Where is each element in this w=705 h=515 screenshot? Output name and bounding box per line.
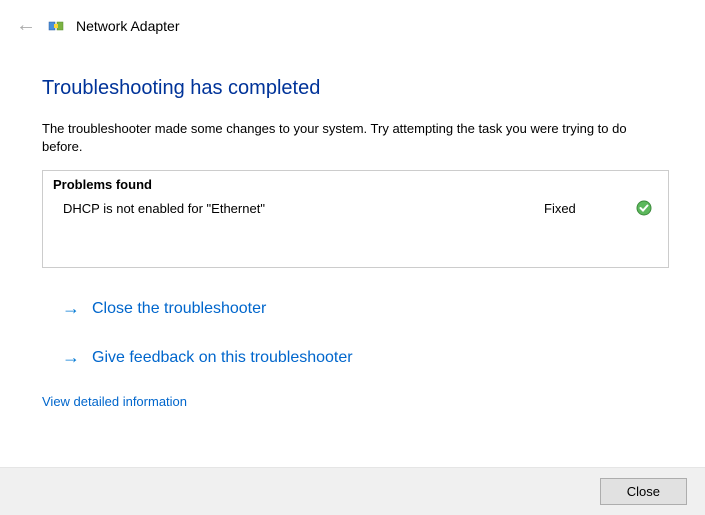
header: ← Network Adapter [0,0,705,37]
content-area: Troubleshooting has completed The troubl… [0,37,705,409]
view-detailed-link[interactable]: View detailed information [42,394,187,409]
problem-text: DHCP is not enabled for "Ethernet" [63,201,544,216]
give-feedback-label: Give feedback on this troubleshooter [92,349,353,367]
problems-box: Problems found DHCP is not enabled for "… [42,170,669,268]
give-feedback-link[interactable]: → Give feedback on this troubleshooter [42,337,669,378]
close-button[interactable]: Close [600,478,687,505]
fixed-check-icon [634,200,652,216]
arrow-right-icon: → [62,298,82,319]
description-text: The troubleshooter made some changes to … [42,120,669,156]
footer: Close [0,467,705,515]
back-arrow-icon: ← [16,14,36,37]
troubleshooter-icon [48,18,64,34]
problem-row: DHCP is not enabled for "Ethernet" Fixed [53,198,658,218]
problem-status: Fixed [544,201,634,216]
close-troubleshooter-link[interactable]: → Close the troubleshooter [42,288,669,329]
close-troubleshooter-label: Close the troubleshooter [92,300,266,318]
problems-heading: Problems found [53,177,658,192]
window-title: Network Adapter [76,18,180,34]
page-title: Troubleshooting has completed [42,77,669,100]
arrow-right-icon: → [62,347,82,368]
